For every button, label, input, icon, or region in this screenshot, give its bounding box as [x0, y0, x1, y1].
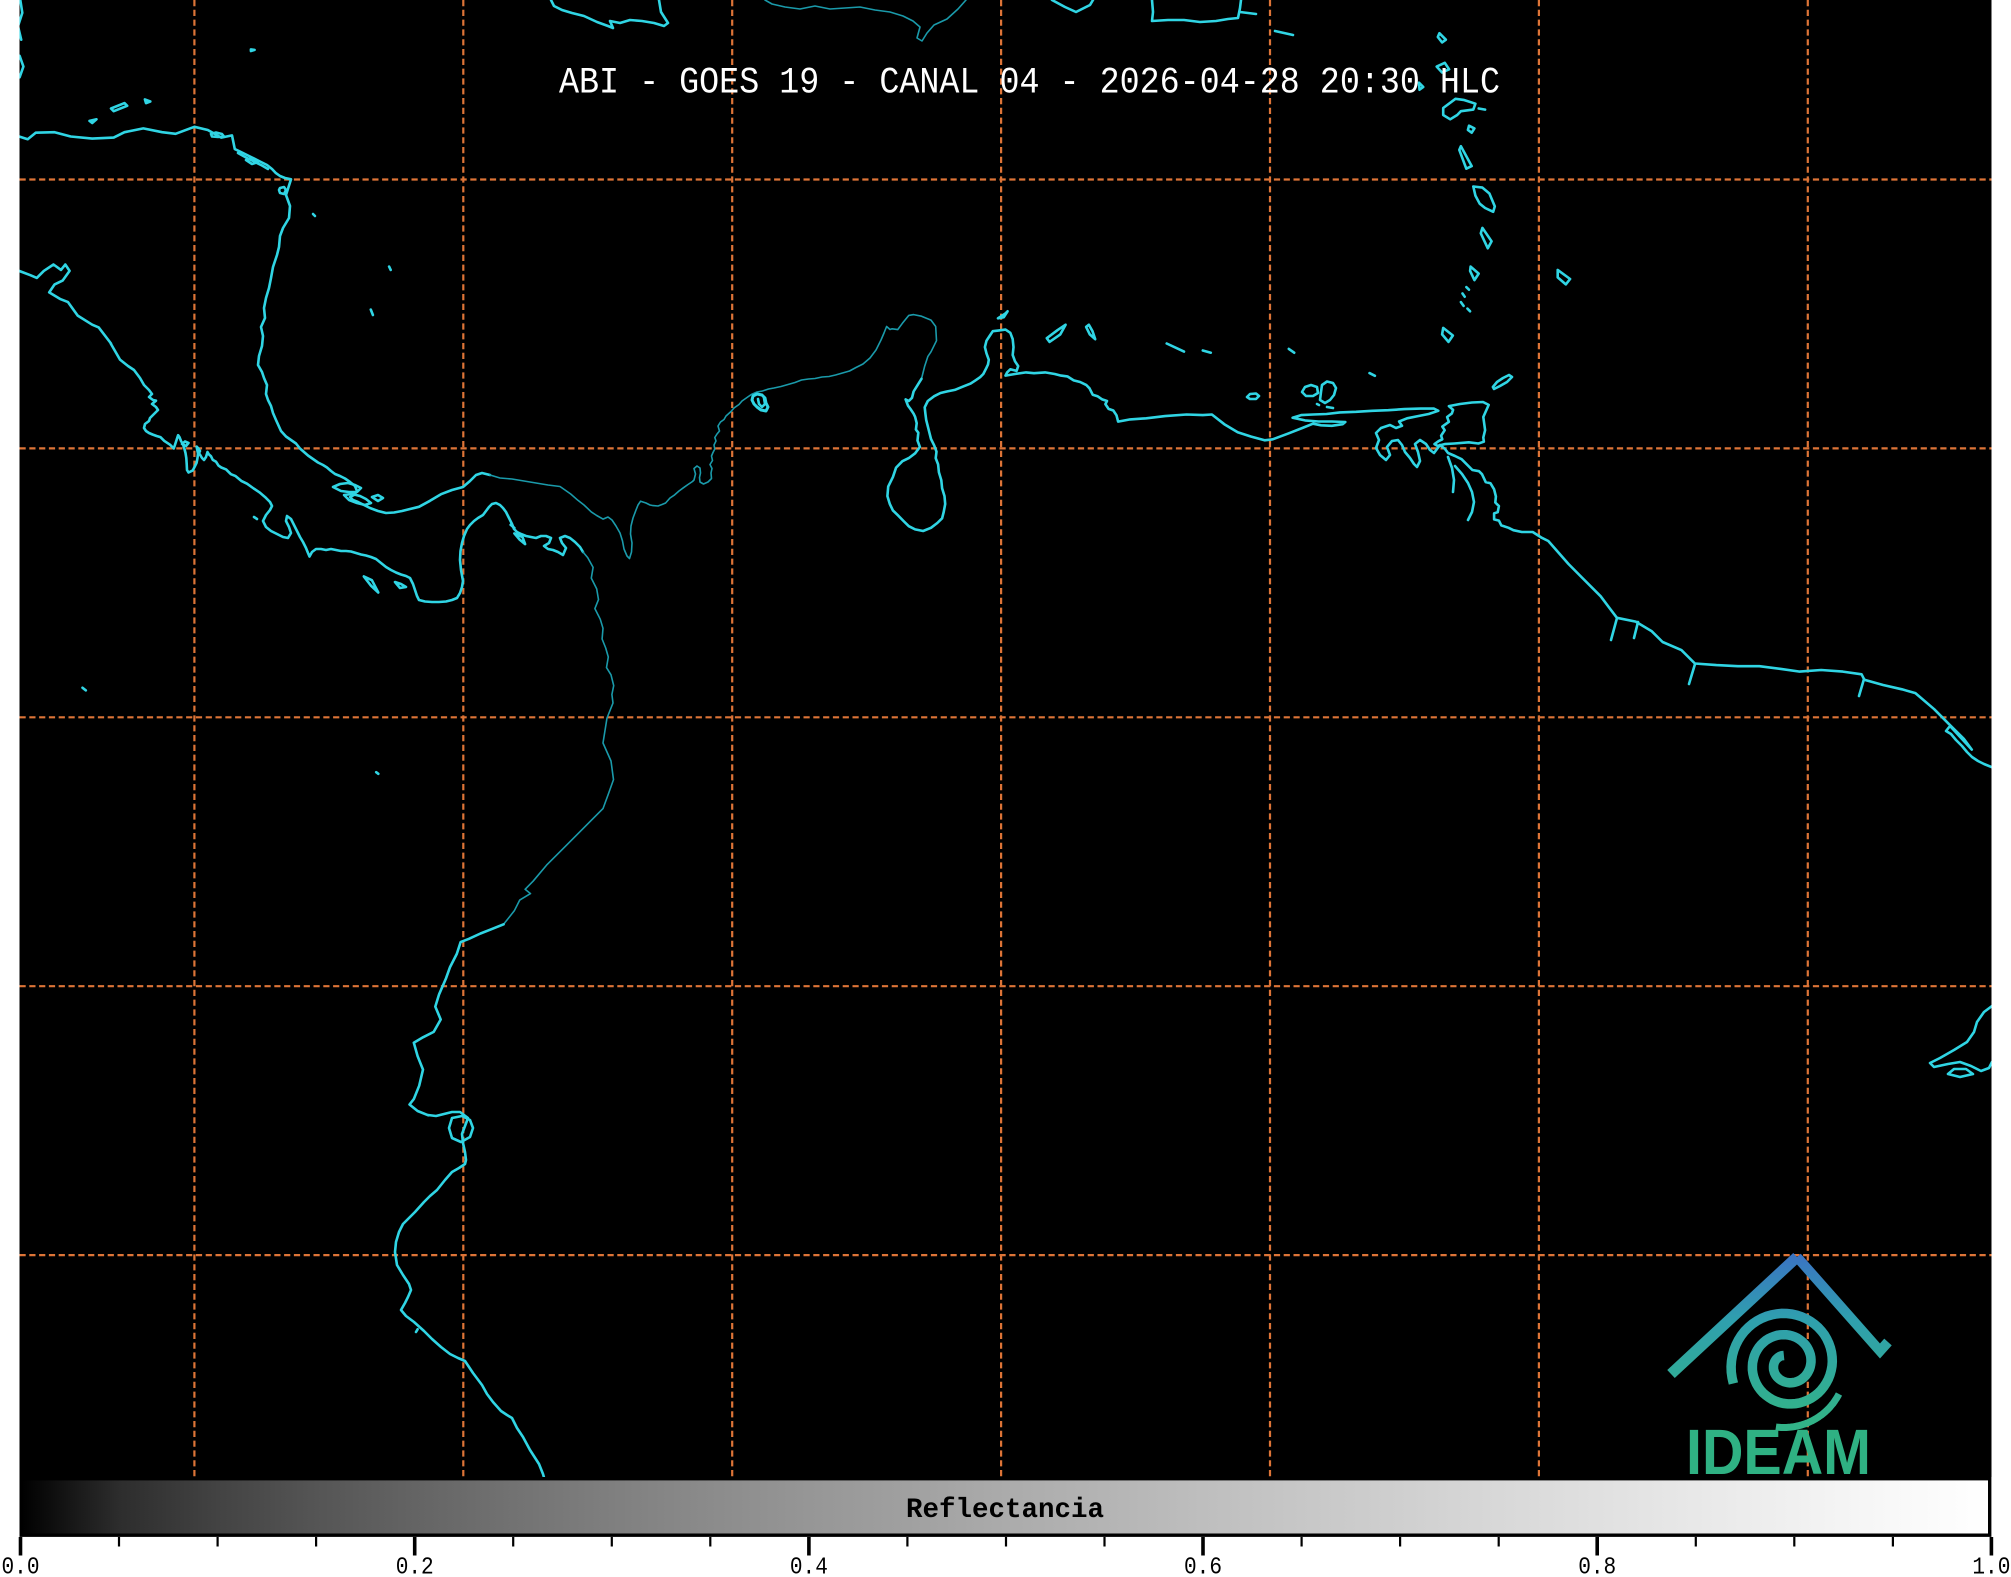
svg-text:ABI - GOES 19 - CANAL 04 - 202: ABI - GOES 19 - CANAL 04 - 2026-04-28 20…: [559, 63, 1500, 105]
svg-text:0.0: 0.0: [2, 1555, 40, 1577]
svg-text:1.0: 1.0: [1972, 1555, 2010, 1577]
svg-text:0.2: 0.2: [396, 1555, 434, 1577]
svg-text:0.4: 0.4: [790, 1555, 828, 1577]
svg-text:Reflectancia: Reflectancia: [906, 1495, 1104, 1526]
svg-text:0.6: 0.6: [1184, 1555, 1222, 1577]
svg-text:0.8: 0.8: [1578, 1555, 1616, 1577]
